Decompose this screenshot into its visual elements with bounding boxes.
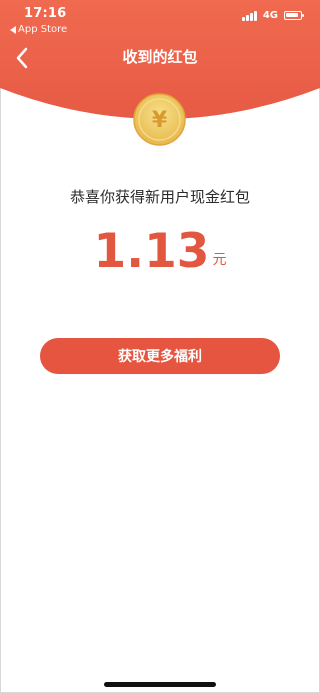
get-more-benefits-button[interactable]: 获取更多福利	[40, 338, 280, 374]
status-icons: 4G	[241, 10, 304, 21]
amount-value: 1.13	[93, 224, 210, 279]
congrats-message: 恭喜你获得新用户现金红包	[69, 188, 250, 206]
status-bar: 17:16 App Store 4G	[0, 0, 320, 40]
coin-symbol: ¥	[152, 108, 168, 133]
page-title: 收到的红包	[122, 48, 198, 66]
back-to-app-label: App Store	[18, 24, 68, 35]
nav-bar: 收到的红包	[0, 40, 320, 80]
network-label: 4G	[262, 10, 278, 21]
back-to-app-link[interactable]: App Store	[10, 24, 67, 35]
get-more-benefits-label: 获取更多福利	[118, 349, 202, 365]
signal-icon	[241, 10, 257, 21]
back-triangle-icon	[10, 25, 16, 34]
home-indicator	[104, 682, 216, 687]
battery-icon	[284, 11, 304, 20]
status-time: 17:16	[24, 6, 67, 21]
amount-display: 1.13 元	[0, 228, 320, 275]
amount-unit: 元	[212, 252, 227, 268]
coin-icon: ¥	[133, 93, 186, 146]
